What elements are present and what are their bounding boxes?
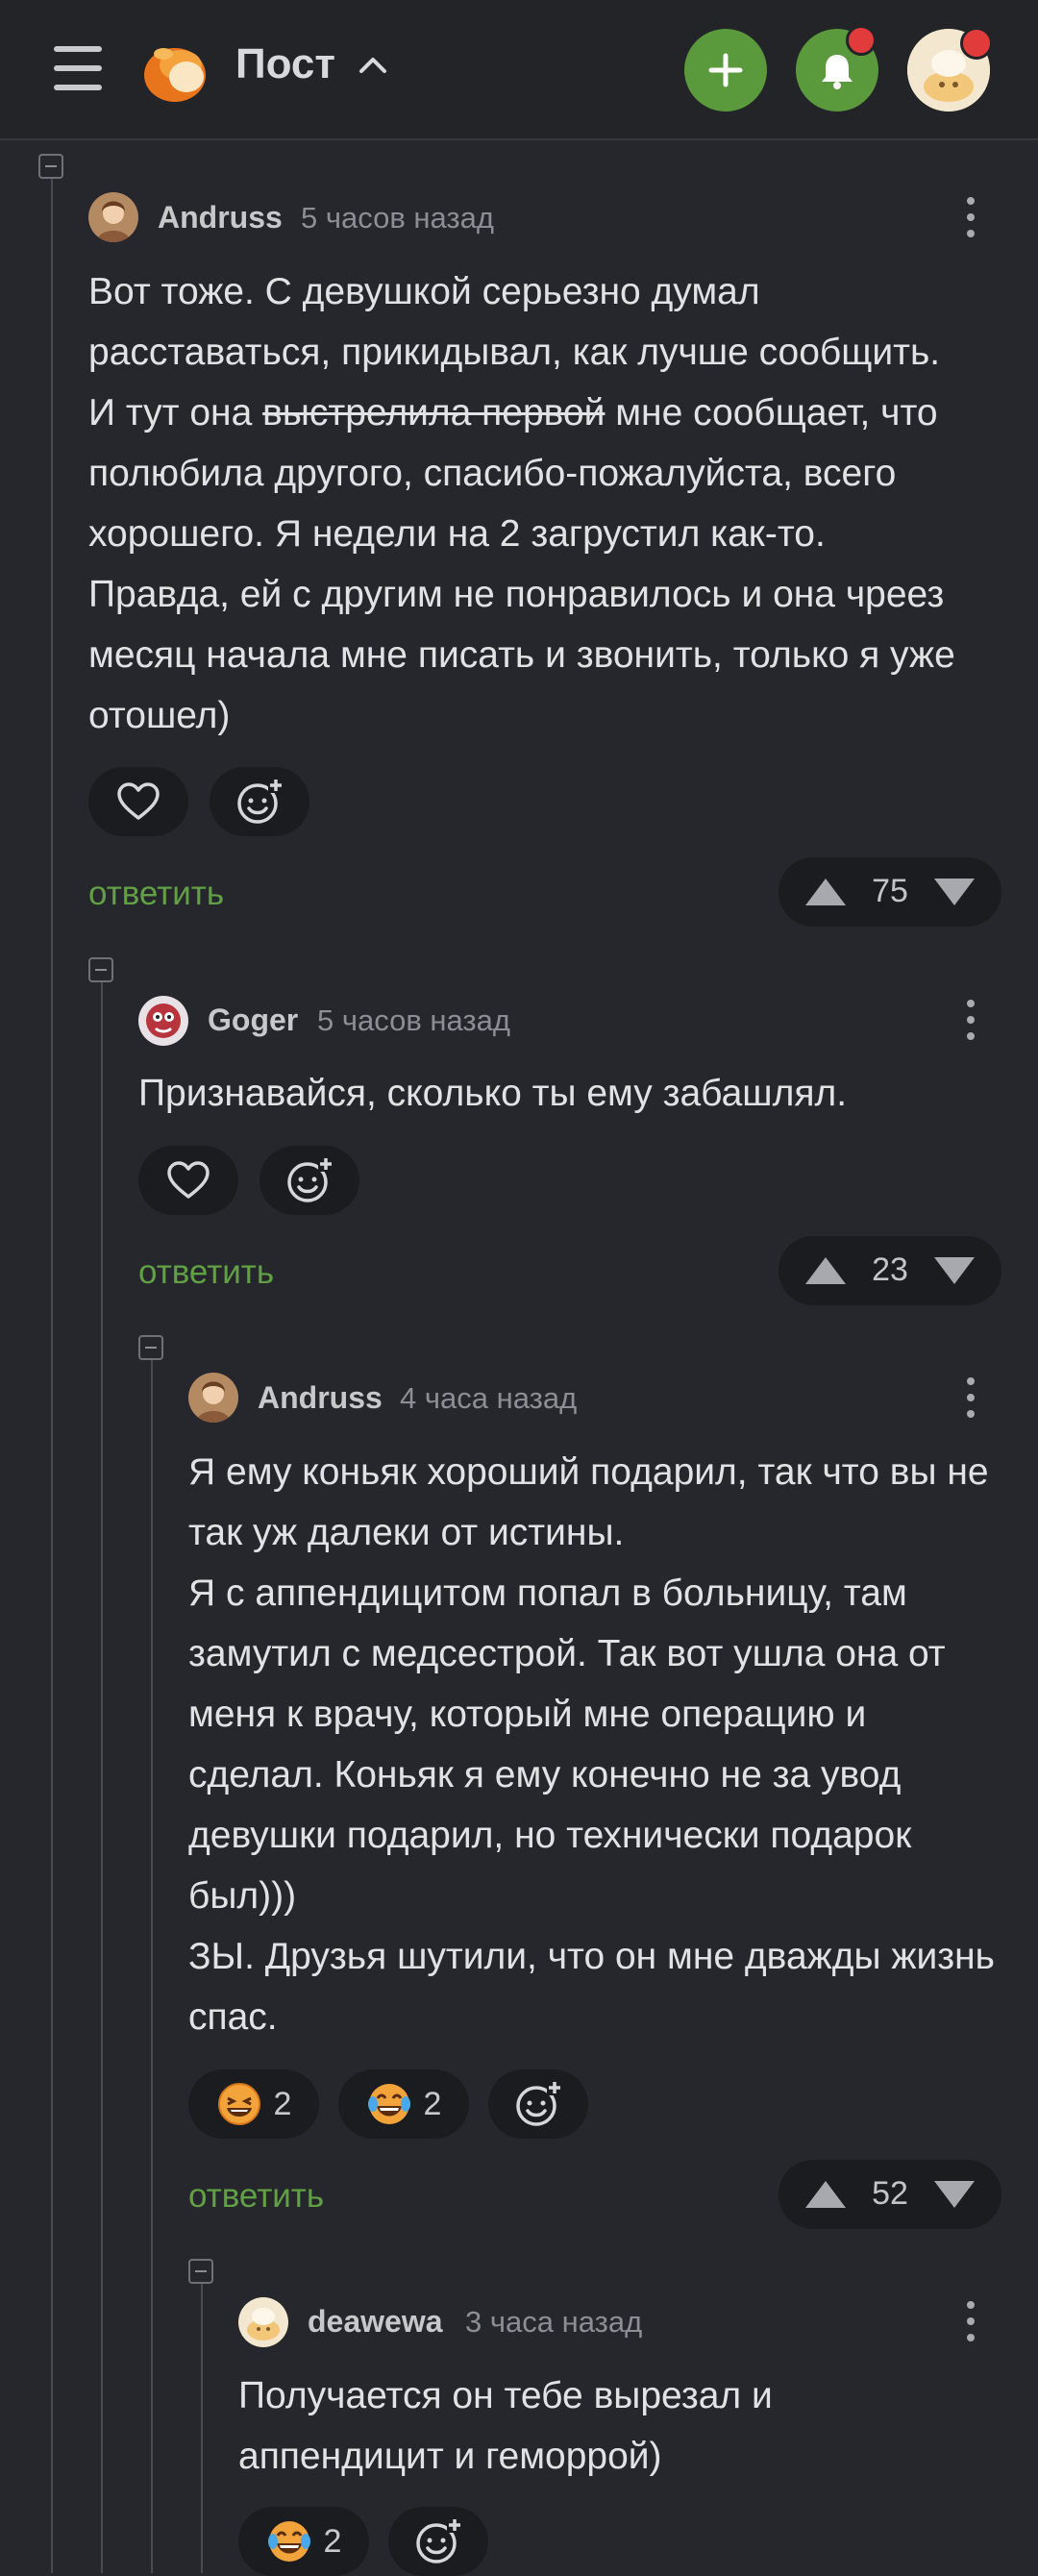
tears-of-joy-icon [367,2084,410,2124]
comment-paragraph: Я с аппендицитом попал в больницу, там з… [188,1573,946,1917]
upvote-icon[interactable] [803,877,848,907]
reply-link[interactable]: ответить [138,1253,274,1292]
downvote-icon[interactable] [932,1255,976,1286]
tears-of-joy-icon [267,2521,310,2562]
more-options-icon[interactable] [965,2297,976,2345]
page-title[interactable]: Пост [235,40,335,88]
hamburger-icon[interactable] [54,46,102,90]
comment-author[interactable]: Andruss [158,200,283,235]
reply-link[interactable]: ответить [88,875,224,913]
add-emoji-icon [516,2080,562,2126]
rating-value: 75 [872,873,908,909]
avatar[interactable] [238,2297,288,2347]
comment-text: Признавайся, сколько ты ему забашлял. [138,1073,848,1114]
avatar-badge [960,27,993,60]
comment-time[interactable]: 5 часов назад [317,1003,510,1038]
notification-badge [846,25,877,56]
add-emoji-icon [237,778,284,824]
comment-text: Я ему коньяк хороший подарил, так что вы… [188,1442,996,2047]
collapse-thread-button[interactable] [188,2259,213,2284]
heart-icon [167,1161,210,1199]
chevron-up-icon[interactable] [358,50,388,81]
rating-widget: 52 [778,2160,1001,2229]
comment-author[interactable]: Andruss [258,1380,383,1416]
rating-value: 23 [872,1251,908,1288]
reaction-count: 2 [423,2085,442,2122]
plus-icon [708,53,743,87]
more-options-icon[interactable] [965,1374,976,1422]
reaction-button[interactable]: 2 [188,2069,319,2139]
like-button[interactable] [88,767,188,836]
add-emoji-icon [416,2517,462,2564]
collapse-thread-button[interactable] [38,154,63,179]
thread-line[interactable] [51,179,53,2573]
add-reaction-button[interactable] [488,2069,588,2139]
site-logo[interactable] [136,33,210,106]
comment-author[interactable]: deawewa [308,2304,443,2340]
more-options-icon[interactable] [965,193,976,241]
comment-time[interactable]: 5 часов назад [301,201,494,235]
laughing-face-icon [217,2083,260,2125]
like-button[interactable] [138,1146,238,1215]
reaction-button[interactable]: 2 [238,2507,369,2576]
add-reaction-button[interactable] [388,2507,488,2576]
upvote-icon[interactable] [803,1255,848,1286]
add-post-button[interactable] [684,29,767,111]
reaction-button[interactable]: 2 [338,2069,469,2139]
thread-line[interactable] [151,1360,153,2573]
rating-widget: 75 [778,857,1001,927]
reaction-count: 2 [273,2085,292,2122]
downvote-icon[interactable] [932,2179,976,2210]
strikethrough-text: выстрелила первой [262,392,606,433]
comment-time[interactable]: 3 часа назад [465,2305,642,2340]
thread-line[interactable] [101,982,103,2573]
downvote-icon[interactable] [932,877,976,907]
reaction-count: 2 [323,2522,342,2560]
comment-author[interactable]: Goger [208,1003,298,1038]
more-options-icon[interactable] [965,996,976,1044]
comment-time[interactable]: 4 часа назад [400,1381,577,1416]
heart-icon [117,782,160,820]
collapse-thread-button[interactable] [138,1335,163,1360]
avatar[interactable] [138,996,188,1046]
reply-link[interactable]: ответить [188,2177,324,2216]
comment-paragraph: Я ему коньяк хороший подарил, так что вы… [188,1451,989,1553]
comment-text: Вот тоже. С девушкой серьезно думал расс… [88,271,955,736]
thread-line[interactable] [201,2284,203,2573]
avatar[interactable] [188,1373,238,1423]
comment-text: Получается он тебе вырезал и аппендицит … [238,2375,773,2477]
add-reaction-button[interactable] [210,767,309,836]
collapse-thread-button[interactable] [88,957,113,982]
add-reaction-button[interactable] [260,1146,359,1215]
upvote-icon[interactable] [803,2179,848,2210]
rating-value: 52 [872,2175,908,2212]
top-bar: Пост [0,0,1038,140]
rating-widget: 23 [778,1236,1001,1305]
avatar[interactable] [88,192,138,242]
notifications-button[interactable] [796,25,878,111]
comment-paragraph: ЗЫ. Друзья шутили, что он мне дважды жиз… [188,1936,995,2038]
add-emoji-icon [287,1156,334,1202]
